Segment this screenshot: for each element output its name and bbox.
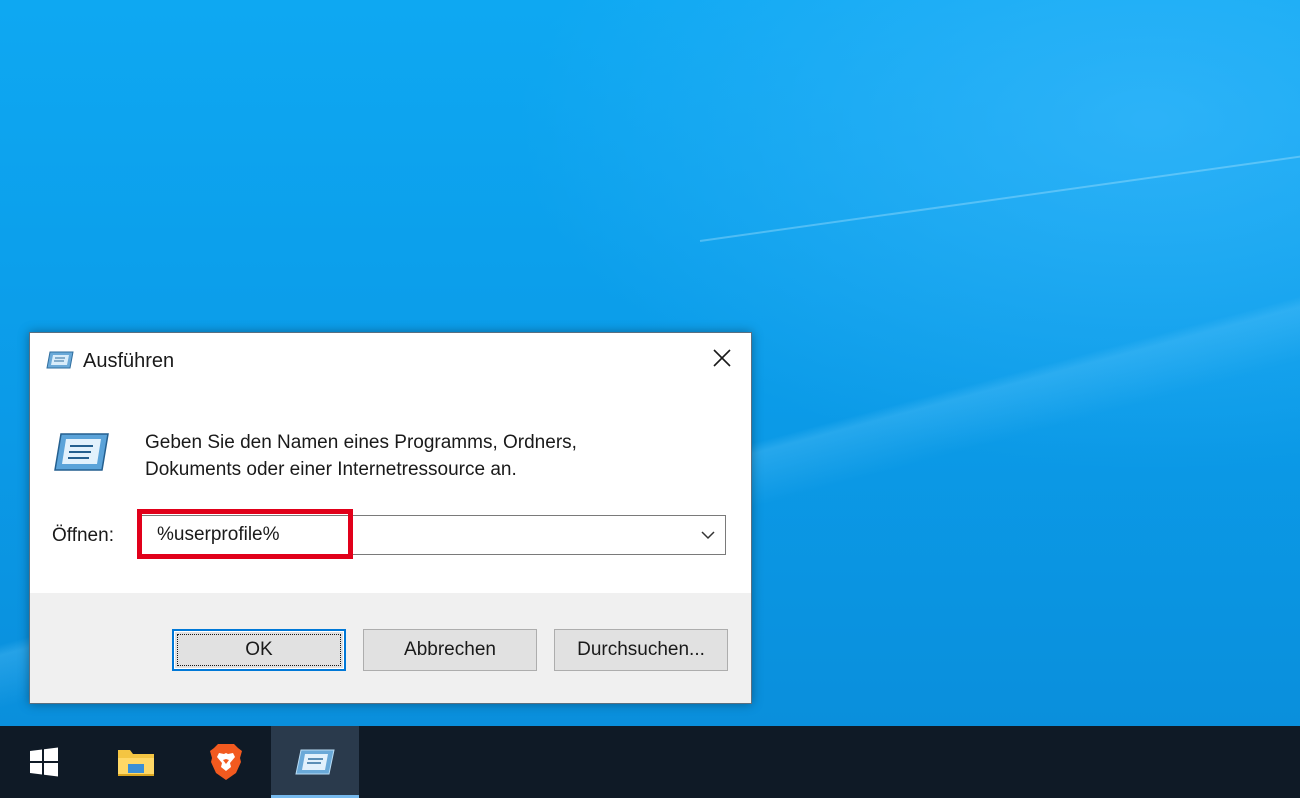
- browse-button[interactable]: Durchsuchen...: [554, 629, 728, 671]
- focus-ring: [177, 634, 341, 666]
- file-explorer-icon: [118, 750, 154, 776]
- open-label: Öffnen:: [52, 525, 114, 546]
- dialog-button-bar: OK Abbrechen Durchsuchen...: [30, 593, 751, 703]
- description-line-2: Dokuments oder einer Internetressource a…: [145, 459, 517, 480]
- description-line-1: Geben Sie den Namen eines Programms, Ord…: [145, 432, 577, 453]
- open-combobox[interactable]: [140, 515, 726, 555]
- close-icon: [713, 349, 731, 367]
- browse-button-label: Durchsuchen...: [577, 639, 705, 660]
- windows-start-icon: [30, 747, 58, 777]
- ok-button[interactable]: OK: [172, 629, 346, 671]
- chevron-down-icon: [701, 530, 715, 539]
- dialog-titlebar[interactable]: Ausführen: [30, 333, 751, 389]
- run-program-icon: [54, 433, 109, 471]
- wallpaper-light-beam: [699, 114, 1300, 242]
- taskbar: [0, 726, 1300, 798]
- close-button[interactable]: [693, 333, 751, 383]
- start-button[interactable]: [0, 726, 88, 798]
- run-icon: [46, 351, 74, 369]
- dialog-content: Geben Sie den Namen eines Programms, Ord…: [30, 389, 751, 593]
- run-dialog-icon: [295, 749, 335, 775]
- taskbar-brave-browser[interactable]: [182, 726, 270, 798]
- dialog-description: Geben Sie den Namen eines Programms, Ord…: [145, 429, 705, 483]
- taskbar-run-dialog[interactable]: [271, 726, 359, 798]
- brave-browser-icon: [210, 744, 242, 780]
- run-dialog: Ausführen Geben Sie den Namen eines Prog…: [29, 332, 752, 704]
- open-input[interactable]: [157, 516, 677, 554]
- cancel-button-label: Abbrechen: [404, 639, 496, 660]
- combobox-dropdown-button[interactable]: [691, 516, 725, 554]
- taskbar-file-explorer[interactable]: [92, 726, 180, 798]
- dialog-title: Ausführen: [83, 350, 175, 372]
- cancel-button[interactable]: Abbrechen: [363, 629, 537, 671]
